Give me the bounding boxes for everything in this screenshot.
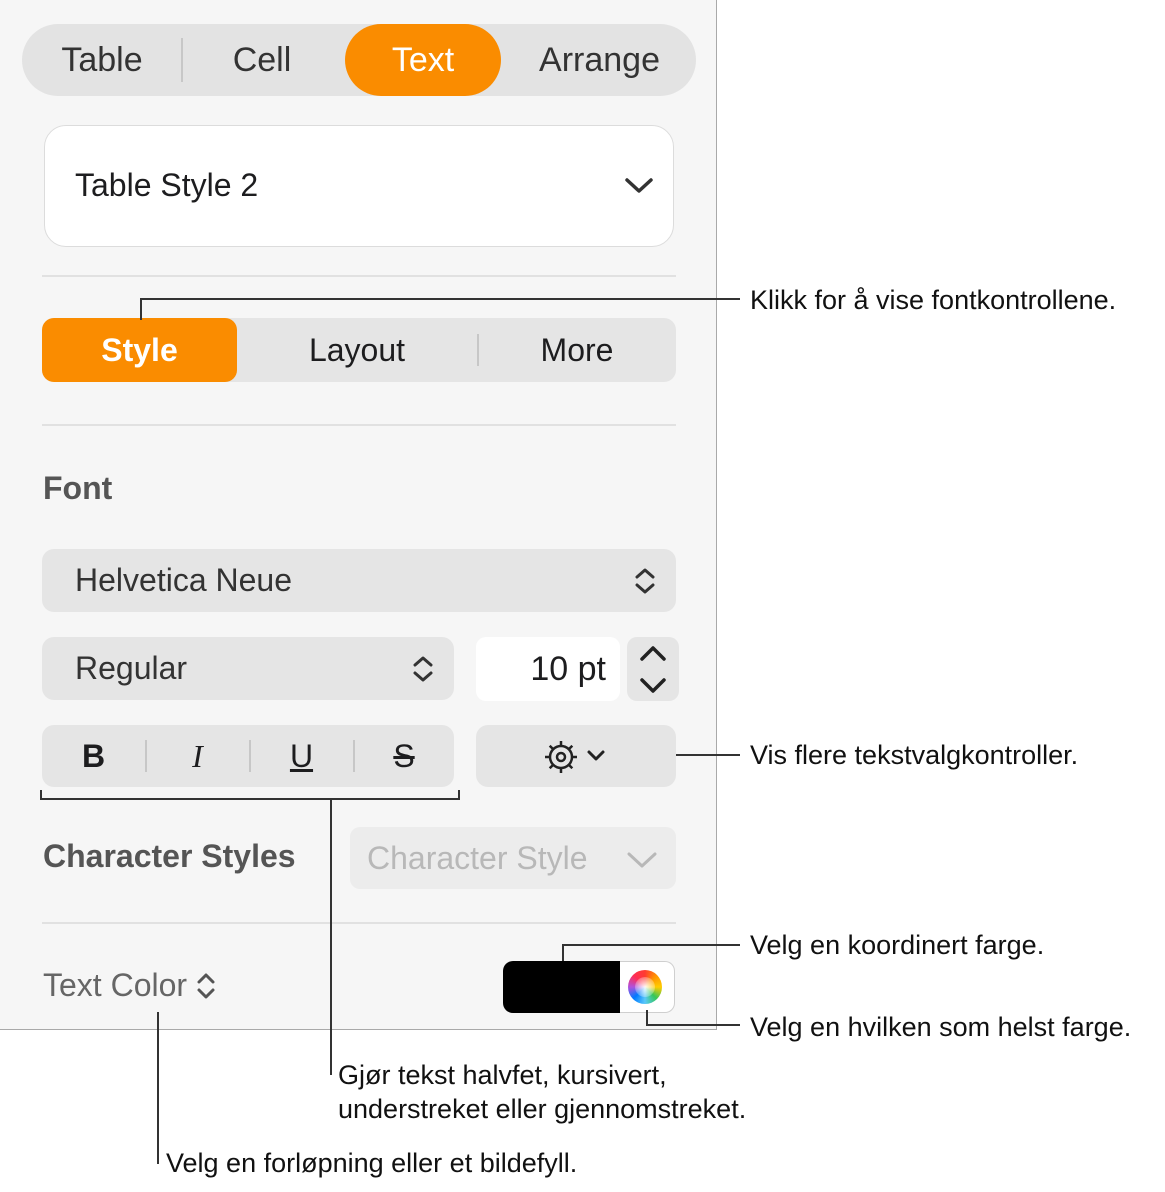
chevron-down-icon <box>627 852 657 868</box>
color-wheel-icon <box>628 970 662 1004</box>
font-typeface-value: Regular <box>75 650 188 686</box>
font-size-stepper[interactable] <box>627 637 679 701</box>
paragraph-style-popup[interactable]: Table Style 2 <box>44 125 674 247</box>
character-style-placeholder: Character Style <box>367 839 588 876</box>
inspector-tab-bar: Table Cell Text Arrange <box>22 24 696 96</box>
divider <box>42 922 676 924</box>
advanced-options-button[interactable] <box>476 725 676 787</box>
callout-font-controls: Klikk for å vise fontkontrollene. <box>750 285 1117 315</box>
callout-line <box>562 944 740 946</box>
bold-button[interactable]: B <box>42 725 145 787</box>
callout-gradient: Velg en forløpning eller et bildefyll. <box>166 1148 578 1178</box>
font-size-field[interactable]: 10 pt <box>476 637 620 701</box>
tab-arrange-label: Arrange <box>539 40 660 79</box>
character-styles-label: Character Styles <box>43 838 296 874</box>
font-family-popup[interactable]: Helvetica Neue <box>42 549 676 612</box>
callout-bracket <box>40 798 460 800</box>
font-size-value: 10 pt <box>530 649 606 688</box>
tab-cell-label: Cell <box>232 40 292 79</box>
italic-button[interactable]: I <box>146 725 249 787</box>
subtab-layout-label: Layout <box>308 331 406 368</box>
callout-line <box>140 298 740 300</box>
text-format-buttons: B I U S <box>42 725 454 787</box>
callout-line <box>676 754 740 756</box>
subtab-more[interactable]: More <box>478 318 676 382</box>
callout-line <box>157 1012 159 1164</box>
gear-icon <box>545 741 577 773</box>
updown-chevron-icon <box>635 568 655 593</box>
format-inspector-panel: Table Cell Text Arrange Table Style 2 St… <box>0 0 717 1030</box>
text-subtab-bar: Style Layout More <box>42 318 676 382</box>
callout-line <box>140 298 142 320</box>
chevron-down-icon[interactable] <box>639 677 667 695</box>
font-family-value: Helvetica Neue <box>75 562 292 598</box>
subtab-style-label: Style <box>101 331 178 368</box>
callout-line <box>646 1024 740 1026</box>
text-color-popup[interactable]: Text Color <box>43 967 217 1004</box>
tab-text[interactable]: Text <box>345 24 501 96</box>
tab-table[interactable]: Table <box>22 24 182 96</box>
chevron-down-icon <box>587 750 605 761</box>
subtab-style[interactable]: Style <box>42 318 237 382</box>
tab-text-label: Text <box>391 40 455 79</box>
tab-table-label: Table <box>61 40 143 79</box>
font-typeface-popup[interactable]: Regular <box>42 637 454 700</box>
callout-more-options: Vis flere tekstvalgkontroller. <box>750 740 1079 770</box>
subtab-layout[interactable]: Layout <box>252 318 462 382</box>
character-style-popup[interactable]: Character Style <box>350 827 676 889</box>
divider <box>42 424 676 426</box>
subtab-more-label: More <box>540 331 614 368</box>
callout-format-line2: understreket eller gjennomstreket. <box>338 1094 747 1124</box>
callout-format-line1: Gjør tekst halvfet, kursivert, <box>338 1060 667 1090</box>
divider <box>42 275 676 277</box>
underline-button[interactable]: U <box>250 725 353 787</box>
callout-line <box>562 944 564 961</box>
chevron-up-icon[interactable] <box>639 644 667 662</box>
strikethrough-button[interactable]: S <box>354 725 454 787</box>
callout-coordinated-color: Velg en koordinert farge. <box>750 930 1045 960</box>
callout-line <box>330 800 332 1075</box>
tab-cell[interactable]: Cell <box>182 24 342 96</box>
text-color-label: Text Color <box>43 967 188 1003</box>
tab-arrange[interactable]: Arrange <box>512 24 687 96</box>
text-color-swatch[interactable] <box>503 961 620 1013</box>
font-section-title: Font <box>43 470 113 506</box>
paragraph-style-label: Table Style 2 <box>75 167 259 203</box>
color-wheel-button[interactable] <box>620 961 675 1013</box>
chevron-down-icon <box>625 178 653 193</box>
updown-chevron-icon <box>413 656 433 681</box>
updown-chevron-icon <box>197 973 215 998</box>
callout-any-color: Velg en hvilken som helst farge. <box>750 1012 1132 1042</box>
